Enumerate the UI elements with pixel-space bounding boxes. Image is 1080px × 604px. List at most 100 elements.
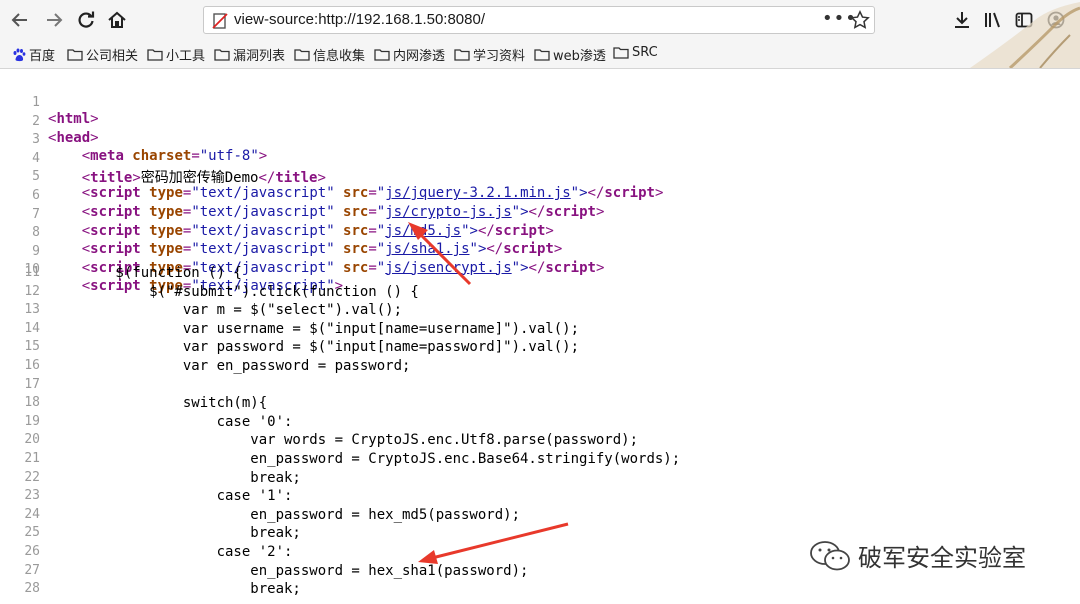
bookmark-label: SRC (632, 45, 658, 60)
bookmarks-toolbar: 百度 公司相关 小工具 漏洞列表 信息收集 内网渗透 学习资料 web渗透 SR… (0, 40, 1080, 69)
source-link[interactable]: js/crypto-js.js (385, 204, 511, 220)
browser-toolbar: view-source:http://192.168.1.50:8080/ ••… (0, 0, 1080, 40)
baidu-paw-icon (13, 48, 26, 61)
tag-bracket: > (317, 169, 326, 186)
arrow-right-icon (47, 13, 63, 27)
code-text: var username = $("input[name=username]")… (48, 320, 580, 337)
line-number: 23 (24, 488, 40, 504)
attr-name: charset (123, 148, 192, 165)
line-number: 17 (24, 376, 40, 392)
forward-button[interactable] (40, 6, 68, 34)
line-number: 26 (24, 544, 40, 559)
bookmark-folder[interactable]: SRC (613, 45, 658, 60)
code-text: $("#submit").click(function () { (48, 283, 419, 300)
home-button[interactable] (103, 6, 131, 34)
bookmark-folder[interactable]: web渗透 (534, 45, 606, 64)
tag-name: head (56, 129, 91, 146)
bookmark-label: 内网渗透 (393, 49, 446, 64)
code-text: break; (48, 469, 301, 486)
code-text: switch(m){ (48, 395, 268, 412)
code-text: var en_password = password; (48, 358, 411, 374)
back-button[interactable] (6, 6, 34, 34)
tag-bracket: > (258, 148, 268, 165)
bookmark-label: 信息收集 (313, 49, 366, 64)
bookmark-label: 小工具 (166, 49, 206, 64)
line-number: 27 (24, 562, 40, 578)
equals: = (191, 148, 200, 165)
bookmark-folder[interactable]: 小工具 (147, 45, 205, 64)
tag-bracket: < (81, 169, 91, 186)
code-text: case '2': (48, 544, 293, 560)
tag-name: html (56, 111, 91, 127)
source-line: 10 <script type="text/javascript"> (0, 246, 343, 294)
tag-bracket: > (132, 169, 141, 186)
tag-name: title (275, 169, 318, 186)
line-number: 14 (24, 320, 40, 336)
folder-icon (67, 49, 83, 61)
bookmark-label: 学习资料 (473, 49, 526, 64)
source-line: 6 <script type="text/javascript" src="js… (0, 172, 604, 220)
bookmark-folder[interactable]: 内网渗透 (374, 45, 445, 64)
folder-icon (534, 49, 550, 61)
line-number: 15 (24, 339, 40, 355)
code-text: $(function () { (48, 265, 242, 281)
tag-bracket: > (90, 129, 99, 146)
line-number: 21 (24, 451, 40, 466)
source-link[interactable]: js/sha1.js (385, 241, 469, 257)
code-text: break; (48, 525, 301, 542)
line-number: 25 (24, 525, 40, 541)
title-text: 密码加密传输Demo (140, 169, 259, 186)
address-bar[interactable]: view-source:http://192.168.1.50:8080/ ••… (203, 6, 875, 34)
source-line: 2 <head> (0, 98, 98, 146)
star-icon[interactable] (850, 10, 870, 30)
line-number: 24 (24, 506, 40, 522)
watermark-text: 破军安全实验室 (858, 544, 1026, 572)
source-view: 1 <html> 2 <head> 3 <meta charset="utf-8… (0, 69, 1080, 604)
attr-value: "utf-8" (199, 148, 259, 165)
line-number: 11 (24, 265, 40, 280)
bookmark-label: web渗透 (553, 49, 606, 64)
source-line: 3 <meta charset="utf-8"> (0, 116, 267, 164)
bookmark-folder[interactable]: 漏洞列表 (214, 45, 285, 64)
line-number: 22 (24, 469, 40, 485)
bookmark-folder[interactable]: 学习资料 (454, 45, 525, 64)
source-link[interactable]: js/jquery-3.2.1.min.js (385, 185, 570, 201)
bookmark-folder[interactable]: 信息收集 (294, 45, 365, 64)
bookmark-folder[interactable]: 公司相关 (67, 45, 138, 64)
code-text: var words = CryptoJS.enc.Utf8.parse(pass… (48, 432, 639, 449)
bookmark-baidu[interactable]: 百度 (12, 45, 55, 64)
code-text: var password = $("input[name=password]")… (48, 339, 580, 356)
line-number: 12 (24, 283, 40, 299)
source-line: 8 <script type="text/javascript" src="js… (0, 209, 562, 257)
bookmark-label: 公司相关 (86, 49, 139, 64)
source-line: 5 <script type="text/javascript" src="js… (0, 153, 663, 201)
bookmark-label: 百度 (29, 49, 56, 64)
source-line: 9 <script type="text/javascript" src="js… (0, 228, 604, 276)
url-text: view-source:http://192.168.1.50:8080/ (234, 11, 486, 28)
reload-button[interactable] (72, 6, 100, 34)
tag-name: title (90, 169, 133, 186)
folder-icon (613, 47, 629, 59)
arrow-left-icon (11, 13, 27, 27)
folder-icon (214, 49, 230, 61)
line-number: 13 (24, 302, 40, 318)
wechat-icon (810, 540, 850, 570)
watermark: 破军安全实验室 (808, 538, 1026, 573)
source-link[interactable]: js/md5.js (385, 223, 461, 239)
code-text: en_password = hex_md5(password); (48, 506, 521, 523)
source-line: 1 <html> (0, 79, 98, 127)
line-number: 20 (24, 432, 40, 448)
code-text: en_password = CryptoJS.enc.Base64.string… (48, 451, 681, 467)
tag-name: meta (90, 148, 124, 165)
folder-icon (147, 49, 163, 61)
folder-icon (454, 49, 470, 61)
source-line: 7 <script type="text/javascript" src="js… (0, 191, 554, 239)
source-link[interactable]: js/jsencrypt.js (385, 260, 511, 276)
theme-decoration (970, 2, 1080, 68)
line-number: 19 (24, 413, 40, 429)
folder-icon (374, 49, 390, 61)
source-line: 4 <title>密码加密传输Demo</title> (0, 135, 326, 186)
tag-bracket: < (81, 148, 91, 165)
